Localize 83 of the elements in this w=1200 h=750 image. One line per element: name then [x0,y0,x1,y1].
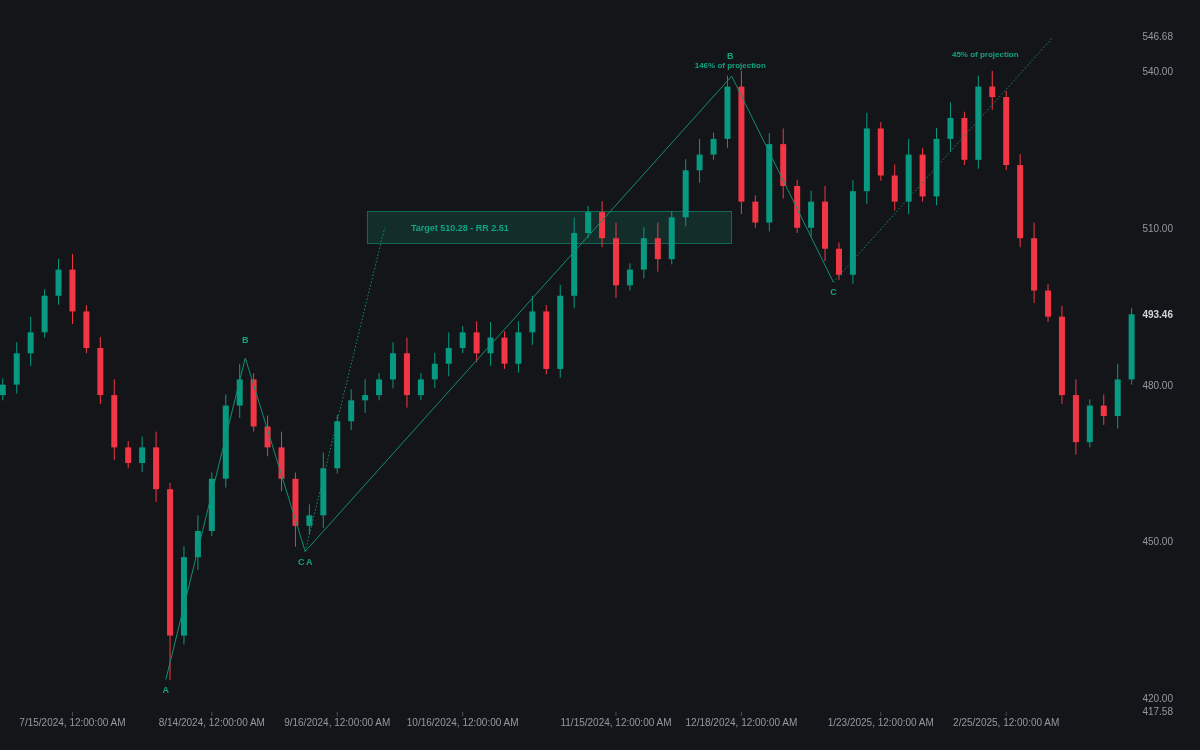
candle [752,194,759,229]
candle [0,377,6,401]
date-label: 8/14/2024, 12:00:00 AM [158,717,265,728]
candle [794,179,801,234]
candle [1045,283,1051,323]
candle [515,320,522,374]
candle [55,258,62,306]
date-label: 9/16/2024, 12:00:00 AM [284,717,391,728]
candle [362,378,369,414]
candle [668,210,675,265]
candle [473,320,480,363]
candle [710,132,717,161]
candle [543,304,550,375]
candle [390,341,396,389]
candle [682,158,689,227]
point-label: A [305,557,313,567]
candle [376,372,383,401]
candle [919,147,926,203]
candle [877,121,884,182]
point-label: C [297,557,305,567]
price-label: 420.00 [1142,693,1173,705]
candle [83,304,90,354]
candle [626,262,633,291]
candle [1086,398,1093,448]
candle [194,514,201,571]
date-label: 1/23/2025, 12:00:00 AM [827,717,934,728]
candle [417,372,424,401]
candle [41,289,48,339]
candle [808,190,815,238]
candle [236,363,243,419]
candle [640,226,647,279]
candle [403,337,410,409]
price-label: 417.58 [1142,706,1173,717]
candle [459,325,466,354]
candle [69,253,76,325]
candle [334,414,341,474]
candle [1114,363,1121,430]
candle [529,295,536,346]
price-label: 510.00 [1142,222,1173,234]
candle [153,431,160,503]
date-label: 7/15/2024, 12:00:00 AM [19,717,126,728]
price-label: 540.00 [1142,65,1173,77]
candle [264,415,271,457]
candle [654,222,661,273]
point-label: B [727,51,734,62]
candle [989,70,996,111]
candle [125,440,132,469]
candle [780,127,787,199]
date-label: 11/15/2024, 12:00:00 AM [560,717,672,728]
candle [696,138,703,184]
candle [599,200,606,248]
price-label: 480.00 [1142,379,1173,391]
candle [501,330,508,370]
date-label: 12/18/2024, 12:00:00 AM [685,717,798,728]
candle [947,101,954,152]
candle [306,503,313,536]
point-label: A [162,685,170,696]
candle [97,336,104,405]
candle [139,435,146,473]
candle [487,321,494,367]
last-price-label: 493.46 [1142,309,1173,320]
candle [27,316,34,367]
candle [348,388,355,431]
projection-label: 146% of projection [694,60,766,70]
price-label: 450.00 [1142,536,1173,548]
candle [431,352,438,389]
candle [278,431,285,492]
candle [250,372,257,433]
price-label: 546.68 [1142,31,1173,42]
point-label: B [242,335,249,346]
candle [13,341,20,395]
projection-label: 45% of projection [951,50,1019,60]
candle [835,241,842,281]
candle [1100,394,1107,426]
candle [961,111,968,166]
candle [445,331,452,377]
date-label: 10/16/2024, 12:00:00 AM [406,717,519,728]
date-label: 2/25/2025, 12:00:00 AM [953,717,1060,728]
candle [208,472,215,537]
candle [585,205,592,239]
target-label: Target 510.28 - RR 2.51 [410,222,509,233]
candle [891,164,898,212]
point-label: C [830,287,837,298]
